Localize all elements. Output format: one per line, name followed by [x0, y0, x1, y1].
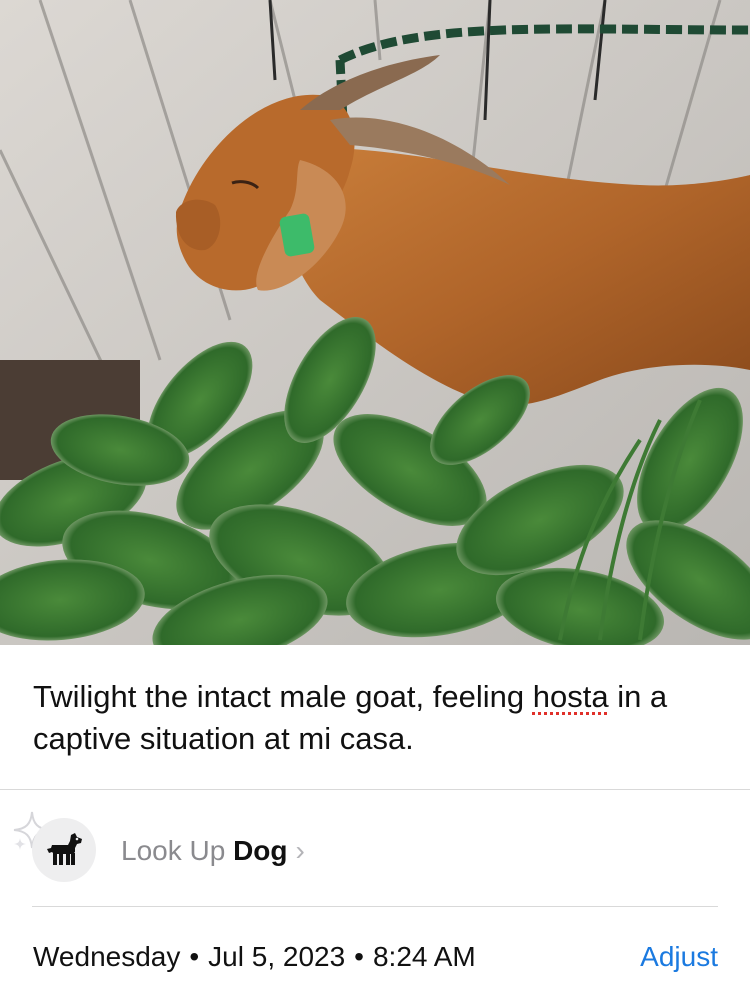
misspelled-word[interactable]: hosta: [533, 679, 609, 714]
divider: [0, 789, 750, 790]
divider: [32, 906, 718, 907]
photo-caption[interactable]: Twilight the intact male goat, feeling h…: [33, 676, 723, 760]
date-time-row: Wednesday • Jul 5, 2023 • 8:24 AM Adjust: [0, 938, 750, 978]
dog-badge: [32, 818, 96, 882]
look-up-label[interactable]: Look Up Dog ›: [121, 834, 305, 868]
chevron-right-icon: ›: [295, 835, 305, 866]
photo[interactable]: [0, 0, 750, 645]
date: Jul 5, 2023: [208, 941, 346, 972]
separator-dot: •: [354, 941, 364, 972]
visual-look-up-row[interactable]: Look Up Dog ›: [0, 806, 750, 896]
photo-image: [0, 0, 750, 645]
look-up-subject: Dog: [233, 835, 288, 866]
time: 8:24 AM: [372, 941, 476, 972]
dog-icon: [47, 833, 82, 865]
look-up-prefix: Look Up: [121, 835, 226, 866]
weekday: Wednesday: [33, 941, 181, 972]
separator-dot: •: [189, 941, 200, 972]
adjust-button[interactable]: Adjust: [640, 938, 718, 976]
caption-text-before: Twilight the intact male goat, feeling: [33, 679, 533, 714]
photo-date-time: Wednesday • Jul 5, 2023 • 8:24 AM: [33, 938, 476, 976]
